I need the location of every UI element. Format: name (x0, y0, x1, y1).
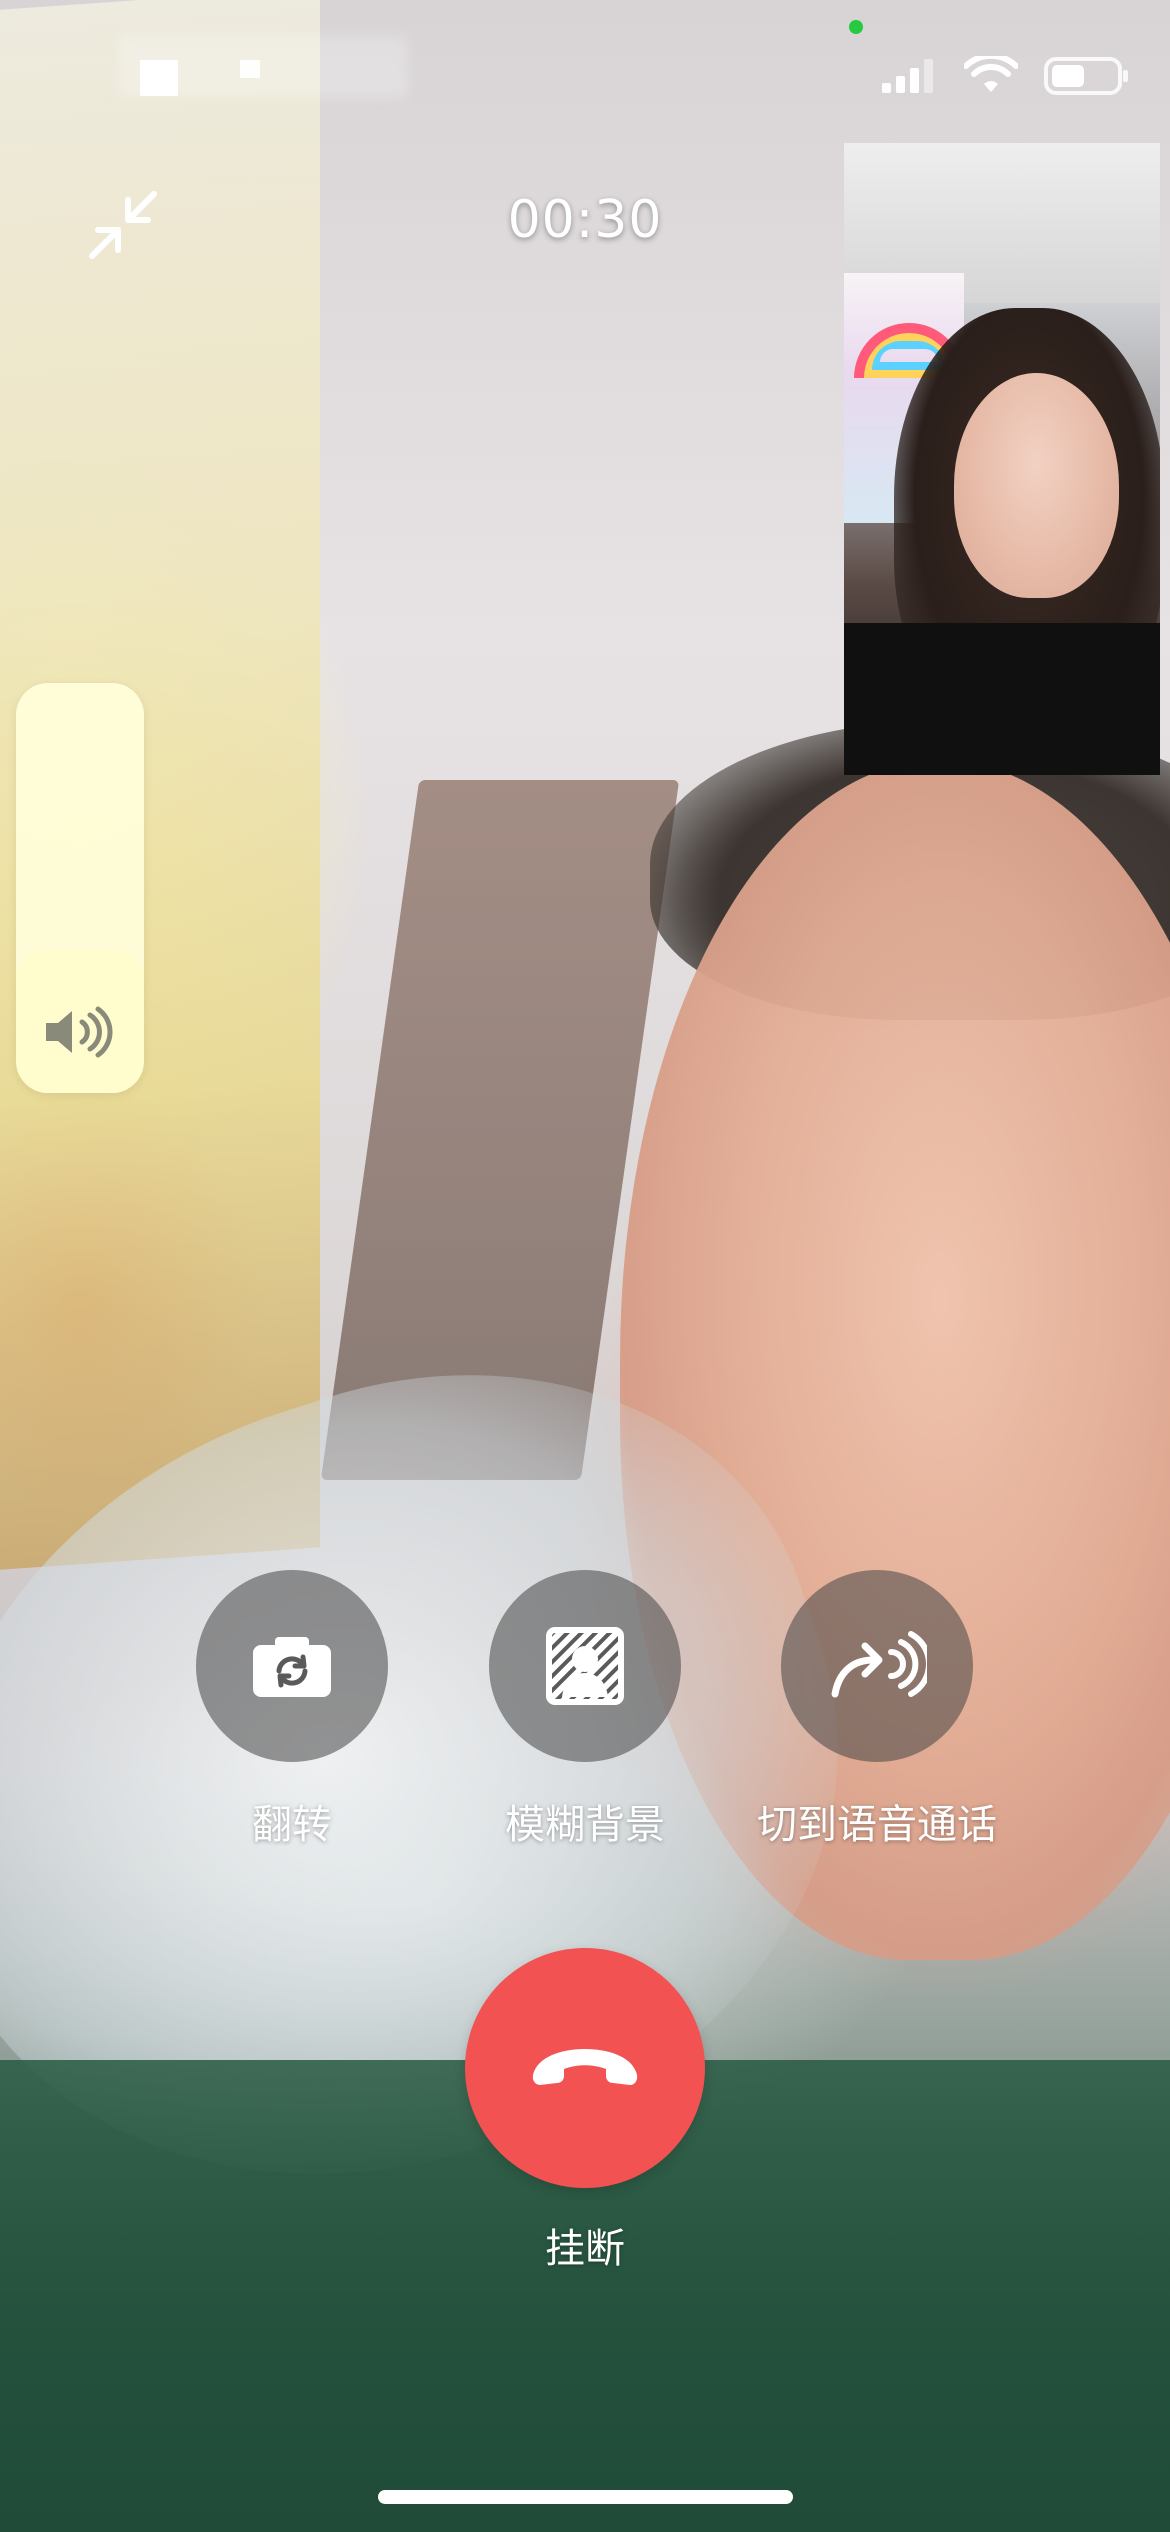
status-icons (880, 56, 1130, 96)
video-call-screen: 00:30 翻转 模糊背景 切到语音通话 挂断 (0, 0, 1170, 2532)
blur-background-button[interactable] (489, 1570, 681, 1762)
switch-to-voice-button[interactable] (781, 1570, 973, 1762)
blur-background-control: 模糊背景 (435, 1570, 735, 1850)
switch-to-voice-control: 切到语音通话 (727, 1570, 1027, 1850)
blur-background-label: 模糊背景 (505, 1802, 665, 1848)
status-bar (0, 0, 1170, 130)
volume-slider[interactable] (16, 683, 144, 1093)
phone-hangup-icon (532, 2049, 638, 2085)
hangup-button[interactable] (465, 1948, 705, 2188)
flip-camera-label: 翻转 (252, 1802, 332, 1848)
preview-body (844, 623, 1160, 775)
self-video-preview[interactable] (844, 143, 1160, 775)
carrier-block (240, 60, 260, 78)
flip-camera-button[interactable] (196, 1570, 388, 1762)
flip-camera-control: 翻转 (142, 1570, 442, 1850)
home-indicator[interactable] (378, 2490, 793, 2504)
switch-to-voice-icon (831, 1631, 927, 1698)
wifi-icon (964, 56, 1018, 92)
hangup-label: 挂断 (545, 2226, 625, 2272)
camera-flip-icon (253, 1637, 331, 1697)
preview-face (954, 373, 1119, 598)
battery-icon (1044, 57, 1128, 95)
privacy-indicator-dot (849, 20, 863, 34)
carrier-block (140, 60, 178, 96)
speaker-icon (46, 1006, 113, 1058)
call-controls: 翻转 模糊背景 切到语音通话 (0, 1570, 1170, 1870)
blur-background-icon (546, 1627, 624, 1705)
cellular-signal-icon (882, 59, 933, 93)
hangup-control: 挂断 (0, 1948, 1170, 2274)
switch-to-voice-label: 切到语音通话 (757, 1802, 997, 1848)
